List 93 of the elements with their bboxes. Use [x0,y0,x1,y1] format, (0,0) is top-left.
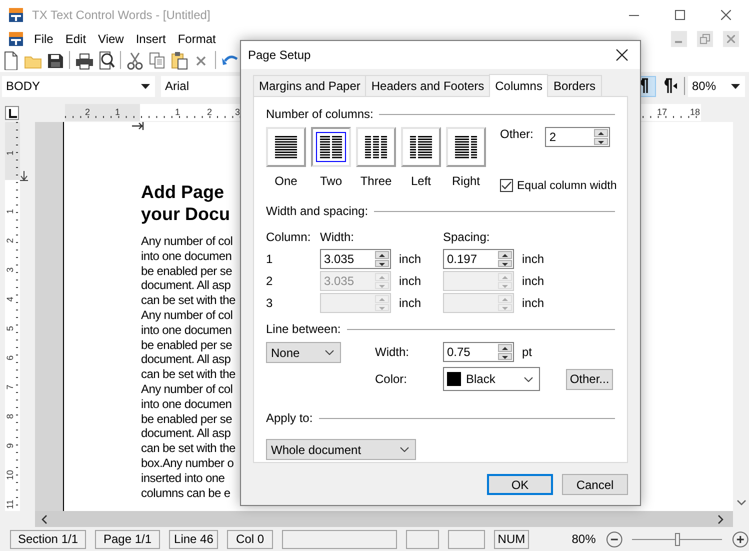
ruler-number: 1 [175,107,180,117]
spin-field[interactable]: 0.75 [443,342,514,362]
option-label: Right [452,174,480,188]
body-text-line: columns can be e [141,486,230,500]
apply-to-combo[interactable]: Whole document [266,439,416,460]
zoom-combo[interactable]: 80% [688,76,745,96]
spin-field[interactable]: 0.197 [443,249,514,269]
unit-label: inch [399,274,422,288]
ruler-number: 5 [5,326,15,331]
window-title: TX Text Control Words - [Untitled] [32,8,210,22]
ruler-number: 7 [5,384,15,390]
body-text-line: be enabled per se [141,338,232,352]
line-style-combo[interactable]: None [266,342,341,363]
heading-text: Add Page [141,181,224,203]
spin-field[interactable]: 2 [545,127,610,147]
menu-item[interactable]: View [92,32,130,46]
body-text-line: into one documen [141,248,232,264]
unit-label: pt [522,345,532,359]
menu-item[interactable]: Insert [130,32,172,46]
unit-label: inch [399,252,422,266]
dialog-button[interactable]: Cancel [562,474,628,495]
style-combo[interactable]: BODY [2,76,155,96]
body-text-line: Any number of col [141,308,233,323]
column-header: Width: [320,230,356,244]
body-text-line: document. All asp [141,278,231,294]
spin-field[interactable]: 3.035 [320,249,391,269]
group-label: Number of columns: [266,107,374,121]
color-combo[interactable]: Black [443,367,540,391]
ruler-number: 3 [5,267,15,272]
status-pane: Page 1/1 [94,530,160,548]
menu-item[interactable]: Edit [59,32,92,46]
body-text-line: be enabled per se [141,412,232,426]
column-number: 2 [266,274,274,288]
menu-item[interactable]: File [28,32,60,46]
ruler-number: 4 [5,296,15,302]
group-label: Line between: [266,322,341,336]
body-text-line: document. All asp [141,426,231,442]
other-button[interactable]: Other... [566,368,613,390]
unit-label: inch [522,296,544,310]
dialog-title: Page Setup [248,48,311,62]
ruler-number: 1 [5,208,15,214]
ruler-number: 1 [5,150,15,156]
status-pane: NUM [494,530,529,548]
body-text-line: document. All asp [141,352,231,368]
option-label: Left [410,174,431,188]
body-text-line: Any number of col [141,382,233,397]
ruler-number: 3 [235,107,240,117]
ruler-number: 11 [5,500,15,509]
column-header: Column: [266,230,312,244]
status-pane: Col 0 [227,530,273,548]
dialog-button[interactable]: OK [487,474,553,495]
field-label: Width: [375,345,410,359]
option-label: Three [360,174,392,188]
ruler-number: 18 [690,107,700,117]
ruler-number: 6 [5,355,15,360]
group-label: Apply to: [266,411,313,425]
body-text-line: can be set with the [141,293,236,308]
heading-text: your Docu [141,203,230,225]
body-text-line: box.Any number o [141,456,234,471]
body-text-line: be enabled per se [141,264,232,278]
body-text-line: can be set with the [141,367,236,382]
ruler-number: 10 [5,470,15,480]
body-text-line: into one documen [141,322,232,338]
option-label: Two [320,174,342,188]
body-text-line: can be set with the [141,441,236,456]
unit-label: inch [399,296,422,310]
column-number: 1 [266,252,274,266]
unit-label: inch [522,274,544,288]
field-label: Other: [500,127,534,141]
ruler-number: 8 [5,414,15,419]
field-label: Color: [375,372,408,386]
menu-item[interactable]: Format [172,32,222,46]
zoom-level: 80% [572,532,596,546]
unit-label: inch [522,252,544,266]
ruler-number: 9 [5,443,15,448]
ruler-number: 2 [5,238,15,244]
option-label: One [274,174,298,188]
checkbox-label: Equal column width [517,180,617,192]
group-label: Width and spacing: [266,204,368,218]
status-pane: Section 1/1 [10,530,86,548]
column-number: 3 [266,296,274,310]
ruler-number: 17 [657,107,668,117]
ruler-number: 2 [207,107,212,117]
tab[interactable]: Borders [547,75,602,96]
body-text-line: into one documen [141,396,232,412]
column-header: Spacing: [443,230,491,244]
body-text-line: inserted into one [141,470,225,486]
tab[interactable]: Margins and Paper [253,75,366,96]
ruler-number: 2 [85,107,90,117]
body-text-line: Any number of col [141,234,233,249]
tab[interactable]: Columns [489,74,548,97]
ruler-number: 1 [115,107,120,117]
status-pane: Line 46 [169,530,218,548]
